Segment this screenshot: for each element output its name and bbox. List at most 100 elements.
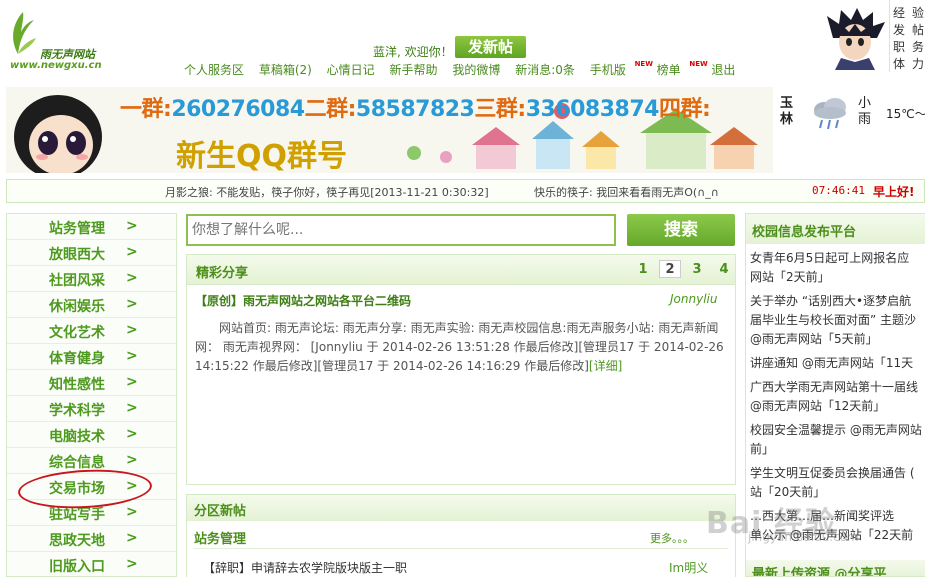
chevron-right-icon: > (126, 556, 138, 572)
news-line[interactable]: @雨无声网站「5天前」 (750, 330, 878, 349)
more-link[interactable]: 更多。。。 (650, 530, 694, 546)
chevron-right-icon: > (126, 400, 138, 416)
stat-label: 验 (912, 6, 925, 20)
nav-mood-diary[interactable]: 心情日记 (327, 61, 375, 78)
qq-group-label: 三群: (474, 97, 526, 122)
post-title-link[interactable]: 【原创】雨无声网站之网站各平台二维码 (195, 292, 411, 309)
page-1[interactable]: 1 (632, 261, 654, 279)
chevron-right-icon: > (126, 530, 138, 546)
stat-label: 务 (912, 40, 925, 54)
weather-widget: 玉林 小雨 15℃～ (778, 96, 925, 136)
menu-item-label: 知性感性 (49, 377, 105, 393)
welcome-text: 蓝洋, 欢迎你！ (373, 45, 453, 59)
panel-header: 精彩分享 1234 (187, 255, 735, 285)
news-line[interactable]: 广西大学雨无声网站第十一届线 (750, 378, 918, 397)
post-author-link[interactable]: Im明义 (669, 559, 708, 576)
news-line[interactable]: 女青年6月5日起可上网报名应 (750, 249, 909, 268)
menu-item-gxu-view[interactable]: 放眼西大 > (7, 240, 176, 266)
user-avatar[interactable] (823, 8, 887, 70)
qq-group-banner[interactable]: 一群:260276084二群:58587823三群:336083874四群: 新… (6, 87, 773, 173)
news-line[interactable]: 网站「2天前」 (750, 268, 830, 287)
section-posts-panel: 分区新帖 站务管理 更多。。。 【辞职】申请辞去农学院版块版主一职 Im明义 (186, 494, 736, 577)
menu-item-science[interactable]: 学术科学 > (7, 396, 176, 422)
featured-share-panel: 精彩分享 1234 【原创】雨无声网站之网站各平台二维码 Jonnyliu 网站… (186, 254, 736, 485)
menu-item-label: 社团风采 (49, 273, 105, 289)
chevron-right-icon: > (126, 452, 138, 468)
rain-cloud-icon (814, 98, 846, 130)
post-excerpt-text: 网站首页: 雨无声论坛: 雨无声分享: 雨无声实验: 雨无声校园信息:雨无声服务… (195, 321, 724, 373)
page-4[interactable]: 4 (713, 261, 735, 279)
weather-condition: 小雨 (858, 96, 872, 127)
news-line[interactable]: @雨无声网站「12天前」 (750, 397, 885, 416)
news-line[interactable]: 讲座通知 @雨无声网站「11天 (750, 354, 913, 373)
menu-item-old-version[interactable]: 旧版入口 > (7, 552, 176, 577)
user-stats-box: 经 验 发 帖 职 务 体 力 (889, 0, 925, 72)
clock-display: 07:46:41 (812, 184, 865, 197)
menu-item-label: 旧版入口 (49, 559, 105, 575)
qq-group-label: 四群: (658, 97, 711, 122)
menu-item-site-admin[interactable]: 站务管理 > (7, 214, 176, 240)
menu-item-culture-art[interactable]: 文化艺术 > (7, 318, 176, 344)
news-line[interactable]: 关于举办 “话别西大•逐梦启航 (750, 292, 911, 311)
menu-item-label: 学术科学 (49, 403, 105, 419)
qq-group-number: 336083874 (525, 97, 660, 122)
page-3[interactable]: 3 (686, 261, 708, 279)
post-link[interactable]: 【辞职】申请辞去农学院版块版主一职 (203, 559, 407, 576)
menu-item-label: 文化艺术 (49, 325, 105, 341)
nav-newbie-help[interactable]: 新手帮助 (390, 61, 438, 78)
menu-item-sports[interactable]: 体育健身 > (7, 344, 176, 370)
chevron-right-icon: > (126, 244, 138, 260)
menu-item-label: 电脑技术 (49, 429, 105, 445)
greeting-text: 早上好! (873, 185, 915, 199)
nav-logout-label: 退出 (711, 63, 736, 77)
news-line[interactable]: 校园安全温馨提示 @雨无声网站 (750, 421, 922, 440)
search-input[interactable] (186, 214, 616, 246)
menu-item-clubs[interactable]: 社团风采 > (7, 266, 176, 292)
chevron-right-icon: > (126, 218, 138, 234)
panel-title: 精彩分享 (196, 266, 249, 281)
page-2[interactable]: 2 (659, 260, 681, 278)
banner-headline: 新生QQ群号 (176, 139, 348, 173)
menu-item-politics[interactable]: 思政天地 > (7, 526, 176, 552)
post-author-link[interactable]: Jonnyliu (670, 292, 717, 306)
news-line[interactable]: 前」 (750, 440, 774, 459)
panel-header: 分区新帖 (187, 495, 735, 521)
section-subtitle[interactable]: 站务管理 (194, 528, 246, 547)
chevron-right-icon: > (126, 348, 138, 364)
nav-drafts[interactable]: 草稿箱(2) (259, 61, 312, 78)
chevron-right-icon: > (126, 270, 138, 286)
chevron-right-icon: > (126, 322, 138, 338)
menu-item-leisure[interactable]: 休闲娱乐 > (7, 292, 176, 318)
nav-logout[interactable]: NEW 退出 (689, 60, 736, 78)
ticker-message[interactable]: 快乐的筷子: 我回来看看雨无声O(∩_∩ (534, 184, 719, 200)
ticker-message[interactable]: 月影之狼: 不能发贴，筷子你好，筷子再见[2013-11-21 0:30:32] (165, 184, 489, 200)
panel-header: 校园信息发布平台 (746, 214, 925, 244)
forum-category-menu: 站务管理 > 放眼西大 > 社团风采 > 休闲娱乐 > 文化艺术 > 体育健身 > 知性感性… (6, 213, 177, 577)
chevron-right-icon: > (126, 504, 138, 520)
post-detail-link[interactable]: [详细] (589, 359, 622, 373)
stat-label: 经 (893, 6, 906, 20)
search-button[interactable]: 搜索 (627, 214, 735, 246)
new-post-button[interactable]: 发新帖 (455, 36, 526, 58)
nav-ranking[interactable]: NEW 榜单 (635, 60, 681, 78)
nav-mobile[interactable]: 手机版 (590, 61, 626, 78)
stat-label: 力 (912, 57, 925, 71)
top-nav: 个人服务区 草稿箱(2) 心情日记 新手帮助 我的微博 新消息:0条 手机版 N… (184, 60, 746, 78)
site-logo[interactable]: 雨无声网站 www.newgxu.cn (6, 8, 106, 71)
stat-label: 职 (893, 40, 906, 54)
chevron-right-icon: > (126, 374, 138, 390)
nav-ranking-label: 榜单 (656, 63, 681, 77)
menu-item-computer[interactable]: 电脑技术 > (7, 422, 176, 448)
leaf-logo-icon (13, 12, 36, 54)
news-line[interactable]: 届毕业生与校长面对面” 主题沙 (750, 311, 916, 330)
site-header: 雨无声网站 www.newgxu.cn 蓝洋, 欢迎你！ 发新帖 个人服务区 草… (0, 0, 925, 84)
menu-item-emotion[interactable]: 知性感性 > (7, 370, 176, 396)
chevron-right-icon: > (126, 426, 138, 442)
nav-new-messages[interactable]: 新消息:0条 (515, 61, 575, 78)
nav-my-weibo[interactable]: 我的微博 (452, 61, 500, 78)
news-line[interactable]: 学生文明互促委员会换届通告 ( (750, 464, 915, 483)
qq-group-numbers: 一群:260276084二群:58587823三群:336083874四群: (120, 91, 711, 123)
menu-item-label: 体育健身 (49, 351, 105, 367)
nav-personal-service[interactable]: 个人服务区 (184, 61, 244, 78)
qq-group-label: 二群: (304, 97, 357, 122)
